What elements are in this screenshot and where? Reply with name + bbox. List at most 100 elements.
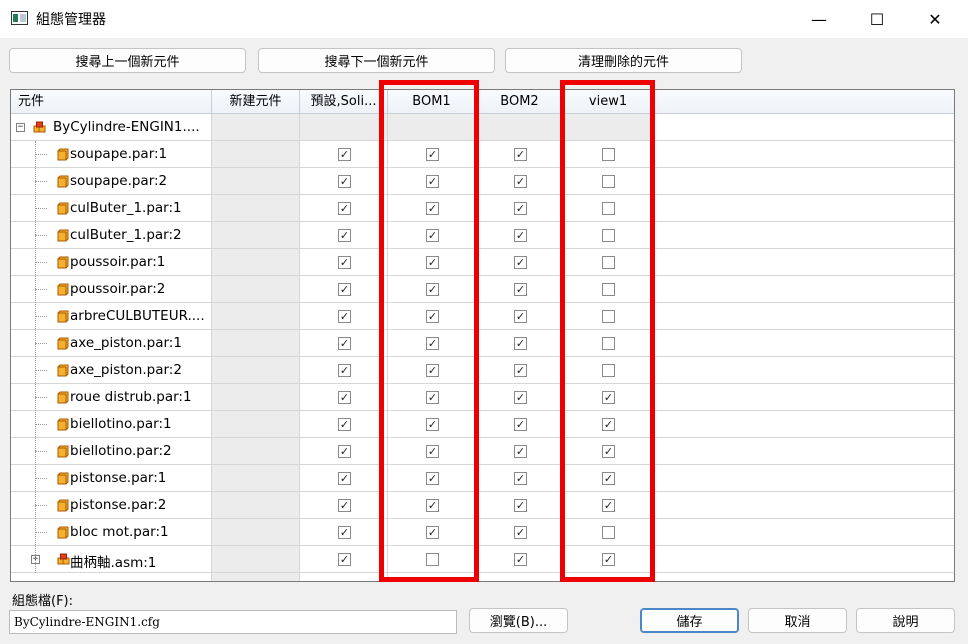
default-checkbox[interactable]: ✓ xyxy=(338,418,351,431)
find-next-new-part-button[interactable]: 搜尋下一個新元件 xyxy=(258,48,495,73)
bom1-checkbox[interactable]: ✓ xyxy=(426,283,439,296)
table-row[interactable]: + 曲柄軸.asm:1 ✓ ✓ ✓ xyxy=(11,546,954,573)
bom2-checkbox[interactable]: ✓ xyxy=(514,175,527,188)
default-checkbox[interactable]: ✓ xyxy=(338,364,351,377)
default-checkbox[interactable]: ✓ xyxy=(338,175,351,188)
view1-checkbox[interactable] xyxy=(602,256,615,269)
view1-checkbox[interactable]: ✓ xyxy=(602,499,615,512)
bom1-checkbox[interactable]: ✓ xyxy=(426,148,439,161)
table-row[interactable]: pistonse.par:2 ✓ ✓ ✓ ✓ xyxy=(11,492,954,519)
default-checkbox[interactable]: ✓ xyxy=(338,148,351,161)
maximize-button[interactable]: ☐ xyxy=(854,0,900,38)
bom1-checkbox[interactable]: ✓ xyxy=(426,418,439,431)
default-checkbox[interactable]: ✓ xyxy=(338,337,351,350)
bom2-checkbox[interactable]: ✓ xyxy=(514,229,527,242)
find-previous-new-part-button[interactable]: 搜尋上一個新元件 xyxy=(9,48,246,73)
help-button[interactable]: 說明 xyxy=(856,608,955,633)
view1-checkbox[interactable] xyxy=(602,202,615,215)
table-row[interactable]: roue distrub.par:1 ✓ ✓ ✓ ✓ xyxy=(11,384,954,411)
view1-checkbox[interactable] xyxy=(602,229,615,242)
view1-checkbox[interactable] xyxy=(602,364,615,377)
bom2-checkbox[interactable]: ✓ xyxy=(514,526,527,539)
table-row[interactable]: axe_piston.par:1 ✓ ✓ ✓ xyxy=(11,330,954,357)
table-row[interactable]: arbreCULBUTEUR.... ✓ ✓ ✓ xyxy=(11,303,954,330)
bom2-checkbox[interactable]: ✓ xyxy=(514,310,527,323)
minimize-button[interactable]: — xyxy=(796,0,842,38)
view1-checkbox[interactable] xyxy=(602,310,615,323)
bom1-checkbox[interactable]: ✓ xyxy=(426,310,439,323)
view1-checkbox[interactable]: ✓ xyxy=(602,445,615,458)
bom2-checkbox[interactable]: ✓ xyxy=(514,445,527,458)
table-row-root[interactable]: − ByCylindre-ENGIN1.... xyxy=(11,114,954,141)
default-checkbox[interactable]: ✓ xyxy=(338,229,351,242)
bom2-checkbox[interactable]: ✓ xyxy=(514,472,527,485)
default-checkbox[interactable]: ✓ xyxy=(338,256,351,269)
table-row[interactable]: biellotino.par:1 ✓ ✓ ✓ ✓ xyxy=(11,411,954,438)
bom1-checkbox[interactable]: ✓ xyxy=(426,256,439,269)
bom1-checkbox[interactable]: ✓ xyxy=(426,526,439,539)
default-checkbox[interactable]: ✓ xyxy=(338,553,351,566)
default-checkbox[interactable]: ✓ xyxy=(338,283,351,296)
save-button[interactable]: 儲存 xyxy=(640,608,739,633)
default-checkbox[interactable]: ✓ xyxy=(338,310,351,323)
configuration-grid[interactable]: 元件 新建元件 預設,Soli... BOM1 BOM2 view1 − ByC… xyxy=(10,89,955,582)
view1-checkbox[interactable]: ✓ xyxy=(602,418,615,431)
view1-checkbox[interactable] xyxy=(602,175,615,188)
bom2-checkbox[interactable]: ✓ xyxy=(514,391,527,404)
bom2-checkbox[interactable]: ✓ xyxy=(514,364,527,377)
cancel-button[interactable]: 取消 xyxy=(748,608,847,633)
view1-checkbox[interactable]: ✓ xyxy=(602,553,615,566)
bom2-checkbox[interactable]: ✓ xyxy=(514,202,527,215)
bom1-checkbox[interactable]: ✓ xyxy=(426,364,439,377)
browse-button[interactable]: 瀏覽(B)... xyxy=(469,608,568,633)
bom1-checkbox[interactable]: ✓ xyxy=(426,472,439,485)
table-row[interactable]: poussoir.par:1 ✓ ✓ ✓ xyxy=(11,249,954,276)
column-header-part[interactable]: 元件 xyxy=(11,90,212,114)
default-checkbox[interactable]: ✓ xyxy=(338,472,351,485)
view1-checkbox[interactable]: ✓ xyxy=(602,472,615,485)
column-header-default[interactable]: 預設,Soli... xyxy=(300,90,388,114)
table-row[interactable]: pistonse.par:1 ✓ ✓ ✓ ✓ xyxy=(11,465,954,492)
close-button[interactable]: ✕ xyxy=(912,0,958,38)
bom2-checkbox[interactable]: ✓ xyxy=(514,499,527,512)
default-checkbox[interactable]: ✓ xyxy=(338,526,351,539)
table-row[interactable]: poussoir.par:2 ✓ ✓ ✓ xyxy=(11,276,954,303)
default-checkbox[interactable]: ✓ xyxy=(338,202,351,215)
bom1-checkbox[interactable]: ✓ xyxy=(426,445,439,458)
table-row[interactable]: soupape.par:1 ✓ ✓ ✓ xyxy=(11,141,954,168)
bom2-checkbox[interactable]: ✓ xyxy=(514,148,527,161)
column-header-view1[interactable]: view1 xyxy=(564,90,653,114)
default-checkbox[interactable]: ✓ xyxy=(338,445,351,458)
bom1-checkbox[interactable] xyxy=(426,553,439,566)
view1-checkbox[interactable] xyxy=(602,526,615,539)
table-row[interactable]: soupape.par:2 ✓ ✓ ✓ xyxy=(11,168,954,195)
bom2-checkbox[interactable]: ✓ xyxy=(514,256,527,269)
config-file-field[interactable]: ByCylindre-ENGIN1.cfg xyxy=(9,610,457,634)
view1-checkbox[interactable] xyxy=(602,337,615,350)
bom2-checkbox[interactable]: ✓ xyxy=(514,553,527,566)
bom1-checkbox[interactable]: ✓ xyxy=(426,202,439,215)
view1-checkbox[interactable] xyxy=(602,148,615,161)
collapse-icon[interactable]: − xyxy=(16,123,25,132)
table-row[interactable]: culButer_1.par:1 ✓ ✓ ✓ xyxy=(11,195,954,222)
bom1-checkbox[interactable]: ✓ xyxy=(426,229,439,242)
column-header-bom2[interactable]: BOM2 xyxy=(476,90,564,114)
clean-deleted-parts-button[interactable]: 清理刪除的元件 xyxy=(505,48,742,73)
bom1-checkbox[interactable]: ✓ xyxy=(426,175,439,188)
table-row[interactable]: culButer_1.par:2 ✓ ✓ ✓ xyxy=(11,222,954,249)
bom2-checkbox[interactable]: ✓ xyxy=(514,283,527,296)
bom1-checkbox[interactable]: ✓ xyxy=(426,499,439,512)
view1-checkbox[interactable] xyxy=(602,283,615,296)
bom1-checkbox[interactable]: ✓ xyxy=(426,337,439,350)
table-row[interactable]: axe_piston.par:2 ✓ ✓ ✓ xyxy=(11,357,954,384)
column-header-new-part[interactable]: 新建元件 xyxy=(212,90,300,114)
view1-checkbox[interactable]: ✓ xyxy=(602,391,615,404)
table-row[interactable]: biellotino.par:2 ✓ ✓ ✓ ✓ xyxy=(11,438,954,465)
bom2-checkbox[interactable]: ✓ xyxy=(514,418,527,431)
table-row[interactable]: bloc mot.par:1 ✓ ✓ ✓ xyxy=(11,519,954,546)
bom2-checkbox[interactable]: ✓ xyxy=(514,337,527,350)
default-checkbox[interactable]: ✓ xyxy=(338,391,351,404)
bom1-checkbox[interactable]: ✓ xyxy=(426,391,439,404)
default-checkbox[interactable]: ✓ xyxy=(338,499,351,512)
column-header-bom1[interactable]: BOM1 xyxy=(388,90,476,114)
